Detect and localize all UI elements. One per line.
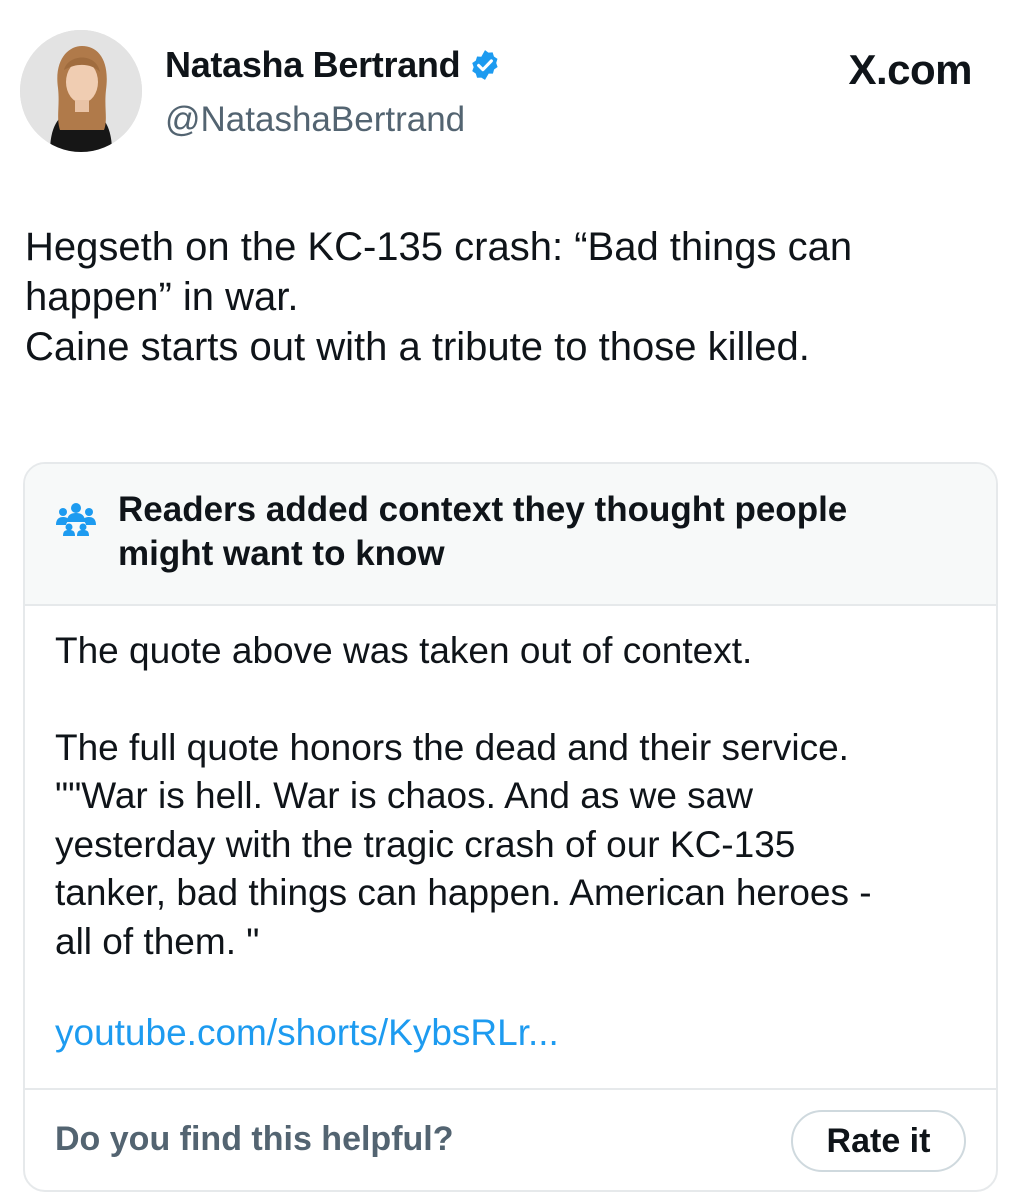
tweet-text: Hegseth on the KC-135 crash: “Bad things… <box>25 222 985 372</box>
community-note: Readers added context they thought peopl… <box>23 462 998 1192</box>
tweet-line: happen” in war. <box>25 275 299 319</box>
verified-badge-icon <box>468 48 502 82</box>
community-note-footer: Do you find this helpful? Rate it <box>25 1088 996 1190</box>
tweet-line: Caine starts out with a tribute to those… <box>25 325 810 369</box>
community-note-title-line: might want to know <box>118 534 445 573</box>
note-body-line: ""War is hell. War is chaos. And as we s… <box>55 775 753 816</box>
note-body-line: The full quote honors the dead and their… <box>55 726 849 768</box>
community-note-title: Readers added context they thought peopl… <box>118 488 978 576</box>
site-label: X.com <box>848 46 972 93</box>
note-body-line: all of them. " <box>55 920 260 962</box>
rate-it-button[interactable]: Rate it <box>791 1110 966 1172</box>
community-note-header: Readers added context they thought peopl… <box>25 464 996 606</box>
people-icon <box>55 500 97 536</box>
tweet-line: Hegseth on the KC-135 crash: “Bad things… <box>25 225 853 269</box>
avatar[interactable] <box>20 30 142 152</box>
author-handle[interactable]: @NatashaBertrand <box>165 100 465 140</box>
author-name-row[interactable]: Natasha Bertrand <box>165 44 502 86</box>
community-note-title-line: Readers added context they thought peopl… <box>118 490 848 529</box>
note-body-line: The quote above was taken out of context… <box>55 630 753 671</box>
tweet-header: Natasha Bertrand @NatashaBertrand X.com <box>20 30 1000 155</box>
author-name[interactable]: Natasha Bertrand <box>165 44 461 86</box>
note-body-line: yesterday with the tragic crash of our K… <box>55 823 796 865</box>
note-body-spacer <box>55 676 975 724</box>
note-source-link[interactable]: youtube.com/shorts/KybsRLr... <box>55 1012 559 1054</box>
note-body-line: tanker, bad things can happen. American … <box>55 872 872 913</box>
community-note-body: The quote above was taken out of context… <box>55 627 975 966</box>
helpful-question: Do you find this helpful? <box>55 1120 454 1158</box>
